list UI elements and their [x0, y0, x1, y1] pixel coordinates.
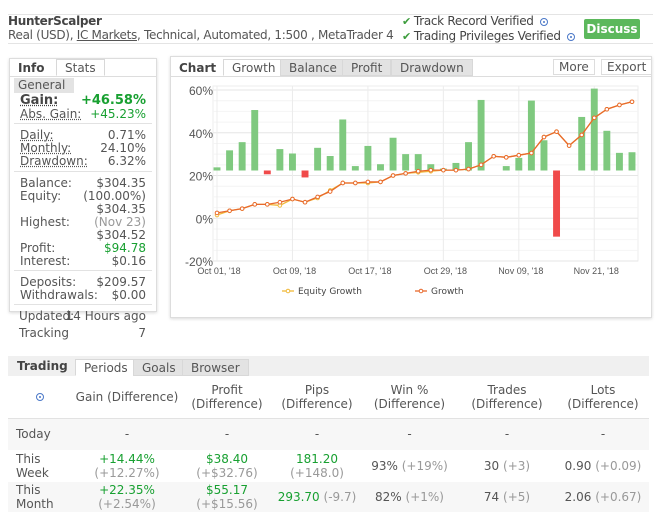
bar: [540, 140, 548, 171]
growth-point: [277, 199, 283, 205]
growth-point: [441, 167, 446, 173]
bar: [351, 166, 359, 171]
growth-point: [554, 129, 559, 134]
growth-point: [365, 179, 371, 185]
bar: [314, 147, 322, 171]
growth-point: [403, 171, 408, 176]
tab-goals[interactable]: Goals: [133, 359, 185, 376]
growth-point: [503, 155, 509, 160]
growth-point: [340, 180, 346, 186]
x-tick-label: Oct 09, '18: [273, 266, 316, 276]
bar: [402, 154, 410, 171]
growth-point: [516, 152, 522, 158]
growth-point: [466, 166, 471, 172]
bar: [527, 100, 535, 171]
x-tick-label: Oct 17, '18: [348, 266, 391, 276]
growth-point: [327, 189, 333, 194]
bar: [590, 88, 598, 171]
growth-point: [302, 199, 308, 205]
bar: [553, 170, 561, 237]
bar: [326, 156, 334, 171]
bar: [276, 149, 284, 171]
table-row: This Month +22.35% (+2.54%) $55.17 (+$15.…: [8, 482, 649, 512]
y-tick-label: 40%: [189, 127, 213, 141]
y-tick-label: 60%: [189, 84, 213, 98]
growth-point: [390, 173, 396, 178]
bar: [226, 150, 234, 171]
y-tick-label: 0%: [196, 212, 214, 226]
bar: [414, 154, 422, 171]
x-tick-label: Nov 21, '18: [574, 266, 619, 276]
growth-point: [265, 202, 270, 207]
table-row: This Week +14.44% (+12.27%) $38.40 (+$32.7…: [8, 450, 649, 482]
growth-point: [428, 167, 434, 173]
bar: [615, 152, 623, 171]
growth-point: [629, 99, 635, 105]
bar: [263, 170, 271, 175]
legend-label: Equity Growth: [298, 287, 362, 297]
bar: [301, 170, 309, 178]
bar: [364, 145, 372, 171]
growth-point: [491, 153, 496, 159]
growth-point: [239, 206, 245, 211]
plot-area: [212, 85, 639, 262]
bar: [339, 119, 347, 171]
growth-point: [227, 208, 232, 214]
growth-point: [453, 167, 459, 173]
bar: [477, 99, 485, 171]
growth-point: [353, 180, 358, 186]
trading-title: Trading: [17, 359, 68, 373]
bar: [603, 130, 611, 171]
table-row: Today - - - - - -: [8, 418, 649, 450]
x-tick-label: Oct 29, '18: [424, 266, 467, 276]
bar: [628, 152, 636, 171]
legend-label: Growth: [431, 287, 464, 297]
bar: [213, 167, 221, 171]
growth-point: [290, 196, 295, 202]
table-header: Gain (Difference) Profit (Difference) Pip…: [8, 376, 649, 419]
help-icon[interactable]: [36, 393, 44, 402]
growth-point: [566, 143, 572, 148]
x-tick-label: Oct 01, '18: [197, 266, 240, 276]
bar: [502, 166, 510, 171]
growth-point: [529, 150, 534, 156]
growth-point: [315, 194, 320, 200]
tab-browser[interactable]: Browser: [182, 359, 249, 376]
bar: [515, 157, 523, 171]
bar: [251, 110, 259, 171]
growth-point: [415, 168, 421, 174]
legend-marker: [285, 288, 291, 294]
growth-point: [478, 162, 484, 168]
periods-table: Gain (Difference) Profit (Difference) Pip…: [8, 376, 649, 512]
bar: [465, 142, 472, 171]
growth-point: [378, 179, 383, 185]
tab-periods[interactable]: Periods: [75, 359, 137, 376]
legend-marker: [418, 288, 424, 294]
bar: [288, 153, 296, 171]
bar: [377, 164, 384, 171]
growth-point: [214, 210, 220, 216]
bar: [238, 142, 246, 171]
growth-point: [541, 134, 547, 140]
growth-point: [579, 132, 584, 138]
x-tick-label: Nov 09, '18: [498, 266, 543, 276]
growth-point: [252, 202, 258, 207]
y-tick-label: 20%: [189, 170, 213, 184]
growth-point: [604, 106, 610, 112]
growth-point: [591, 115, 597, 121]
bar: [389, 137, 397, 171]
bar: [578, 116, 586, 171]
growth-point: [617, 102, 622, 108]
